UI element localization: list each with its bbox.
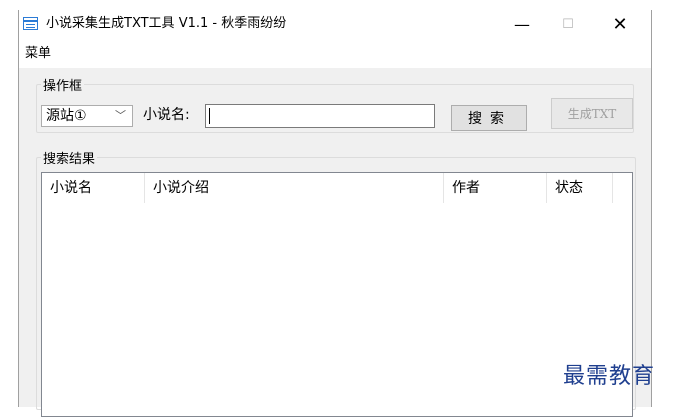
generate-txt-button[interactable]: 生成TXT — [551, 98, 633, 129]
menu-item-main[interactable]: 菜单 — [25, 46, 51, 62]
column-header-description[interactable]: 小说介绍 — [145, 173, 444, 203]
novel-name-input[interactable] — [205, 104, 435, 128]
window-app-icon — [23, 17, 38, 30]
column-header-author[interactable]: 作者 — [444, 173, 547, 203]
chevron-down-icon: ﹀ — [115, 109, 126, 122]
watermark-text: 最需教育 — [563, 364, 656, 389]
source-site-value: 源站① — [46, 108, 87, 124]
menu-bar: 菜单 — [19, 40, 651, 68]
results-list[interactable]: 小说名 小说介绍 作者 状态 — [41, 172, 633, 417]
window-title: 小说采集生成TXT工具 V1.1 - 秋季雨纷纷 — [46, 16, 287, 31]
close-button[interactable]: ✕ — [597, 10, 643, 40]
app-window: 小说采集生成TXT工具 V1.1 - 秋季雨纷纷 — ☐ ✕ 菜单 操作框 源站… — [18, 10, 652, 417]
column-header-status[interactable]: 状态 — [547, 173, 613, 203]
novel-name-label: 小说名: — [143, 107, 190, 123]
minimize-button[interactable]: — — [499, 10, 545, 40]
title-bar[interactable]: 小说采集生成TXT工具 V1.1 - 秋季雨纷纷 — ☐ ✕ — [19, 10, 651, 40]
column-header-novel-name[interactable]: 小说名 — [42, 173, 145, 203]
maximize-button[interactable]: ☐ — [545, 10, 591, 40]
text-caret — [209, 108, 210, 124]
results-group-legend: 搜索结果 — [43, 152, 96, 167]
search-button[interactable]: 搜索 — [451, 105, 527, 131]
operation-group-legend: 操作框 — [43, 79, 83, 94]
source-site-select[interactable]: 源站① ﹀ — [41, 105, 133, 127]
